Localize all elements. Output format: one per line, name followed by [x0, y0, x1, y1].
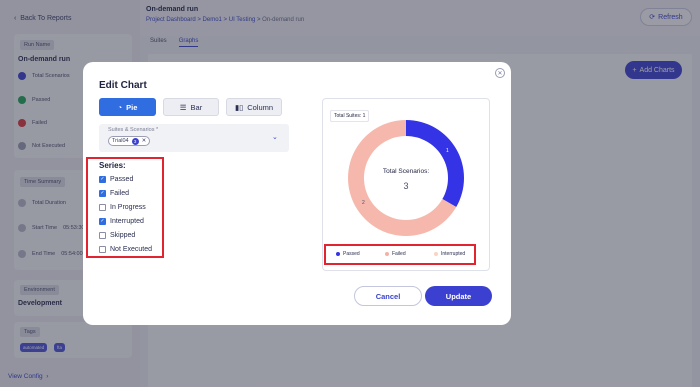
series-checkbox-failed[interactable]: ✓ Failed	[99, 190, 129, 197]
chart-type-label: Bar	[190, 102, 203, 112]
chart-type-pie-button[interactable]: ◔ Pie	[99, 98, 156, 116]
checkbox-unchecked-icon[interactable]	[99, 246, 106, 253]
update-button[interactable]: Update	[425, 286, 492, 306]
suites-scenarios-label: Suites & Scenarios *	[108, 127, 159, 133]
close-icon[interactable]: ✕	[495, 68, 505, 78]
cancel-button[interactable]: Cancel	[354, 286, 422, 306]
series-label: Skipped	[110, 232, 136, 239]
donut-center-label: Total Scenarios:	[382, 168, 430, 175]
series-checkbox-not-executed[interactable]: Not Executed	[99, 246, 152, 253]
legend-label: Interrupted	[441, 251, 466, 257]
series-label: Not Executed	[110, 246, 153, 253]
slice-label-failed: 2	[362, 200, 365, 206]
chip-remove-icon[interactable]: ✕	[142, 138, 147, 144]
pie-icon: ◔	[117, 102, 123, 112]
chart-type-label: Pie	[126, 102, 138, 112]
chart-type-column-button[interactable]: ▮▯ Column	[226, 98, 282, 116]
series-checkbox-skipped[interactable]: Skipped	[99, 232, 135, 239]
slice-label-passed: 1	[446, 148, 449, 154]
chip-text: Trial04	[112, 138, 129, 144]
series-title: Series:	[99, 161, 126, 170]
selected-suite-chip[interactable]: Trial04 3 ✕	[108, 136, 151, 146]
legend-label: Failed	[392, 251, 406, 257]
chevron-down-icon[interactable]: ⌄	[272, 133, 278, 141]
donut-slice-passed[interactable]	[406, 120, 464, 207]
checkbox-checked-icon[interactable]: ✓	[99, 218, 106, 225]
column-icon: ▮▯	[234, 102, 244, 112]
donut-chart	[348, 120, 464, 236]
checkbox-checked-icon[interactable]: ✓	[99, 176, 106, 183]
modal-title: Edit Chart	[99, 80, 147, 91]
chart-type-bar-button[interactable]: ☰ Bar	[163, 98, 219, 116]
legend-item-passed[interactable]: Passed	[336, 251, 360, 257]
series-label: In Progress	[110, 204, 146, 211]
checkbox-unchecked-icon[interactable]	[99, 204, 106, 211]
legend-item-interrupted[interactable]: Interrupted	[434, 251, 465, 257]
chip-count-badge: 3	[131, 137, 139, 145]
donut-center-value: 3	[403, 181, 409, 191]
series-checkbox-in-progress[interactable]: In Progress	[99, 204, 146, 211]
series-label: Failed	[110, 190, 130, 197]
legend-label: Passed	[343, 251, 360, 257]
series-label: Interrupted	[110, 218, 144, 225]
series-checkbox-interrupted[interactable]: ✓ Interrupted	[99, 218, 144, 225]
checkbox-unchecked-icon[interactable]	[99, 232, 106, 239]
chart-type-label: Column	[247, 102, 274, 112]
series-checkbox-passed[interactable]: ✓ Passed	[99, 176, 133, 183]
legend-dot-icon	[385, 252, 389, 256]
series-label: Passed	[110, 176, 134, 183]
legend-item-failed[interactable]: Failed	[385, 251, 406, 257]
legend-dot-icon	[434, 252, 438, 256]
checkbox-checked-icon[interactable]: ✓	[99, 190, 106, 197]
bar-lines-icon: ☰	[179, 102, 187, 112]
legend-dot-icon	[336, 252, 340, 256]
